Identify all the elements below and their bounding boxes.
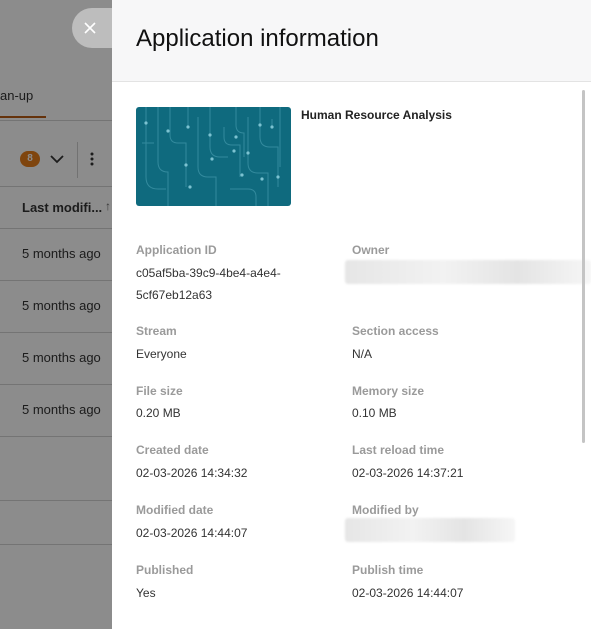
tab-active-indicator	[0, 116, 46, 118]
label-modified-by: Modified by	[352, 503, 419, 517]
table-cell-last-modified: 5 months ago	[22, 402, 101, 417]
modified-by-redacted-value	[345, 518, 515, 542]
more-options-icon[interactable]	[86, 150, 98, 168]
divider	[0, 544, 112, 545]
divider	[0, 280, 112, 281]
value-modified-date: 02-03-2026 14:44:07	[136, 526, 248, 540]
table-cell-last-modified: 5 months ago	[22, 298, 101, 313]
label-application-id: Application ID	[136, 243, 217, 257]
divider	[0, 186, 112, 187]
label-owner: Owner	[352, 243, 390, 257]
scrollbar-thumb[interactable]	[582, 90, 585, 443]
value-application-id-line2: 5cf67eb12a63	[136, 288, 213, 302]
value-application-id-line1: c05af5ba-39c9-4be4-a4e4-	[136, 266, 281, 280]
toolbar-separator	[77, 142, 78, 178]
filter-count-badge: 8	[20, 151, 40, 167]
divider	[0, 384, 112, 385]
table-cell-last-modified: 5 months ago	[22, 350, 101, 365]
value-created-date: 02-03-2026 14:34:32	[136, 466, 248, 480]
tab-cleanup[interactable]: an-up	[0, 78, 46, 118]
tab-label: an-up	[0, 88, 34, 103]
table-cell-last-modified: 5 months ago	[22, 246, 101, 261]
value-stream: Everyone	[136, 347, 187, 361]
value-publish-time: 02-03-2026 14:44:07	[352, 586, 464, 600]
label-file-size: File size	[136, 384, 183, 398]
label-published: Published	[136, 563, 194, 577]
value-section-access: N/A	[352, 347, 373, 361]
divider	[0, 436, 112, 437]
value-memory-size: 0.10 MB	[352, 406, 397, 420]
app-name: Human Resource Analysis	[301, 108, 452, 122]
sort-arrow-icon[interactable]: ↑	[105, 199, 111, 213]
divider	[0, 500, 112, 501]
label-publish-time: Publish time	[352, 563, 424, 577]
background-page: an-up 8 Last modifi... ↑ 5 months ago 5 …	[0, 0, 112, 629]
value-file-size: 0.20 MB	[136, 406, 181, 420]
value-last-reload-time: 02-03-2026 14:37:21	[352, 466, 464, 480]
divider	[0, 332, 112, 333]
close-icon	[84, 22, 96, 34]
label-modified-date: Modified date	[136, 503, 214, 517]
divider	[0, 228, 112, 229]
label-last-reload-time: Last reload time	[352, 443, 445, 457]
application-info-panel: Application information Human Resource A…	[112, 0, 591, 629]
app-thumbnail	[136, 107, 291, 206]
label-memory-size: Memory size	[352, 384, 425, 398]
label-created-date: Created date	[136, 443, 209, 457]
panel-header: Application information	[112, 0, 591, 82]
column-header-last-modified[interactable]: Last modifi...	[22, 200, 102, 215]
value-published: Yes	[136, 586, 156, 600]
owner-redacted-value	[345, 260, 591, 284]
label-section-access: Section access	[352, 324, 439, 338]
chevron-down-icon[interactable]	[48, 150, 66, 168]
divider	[0, 120, 112, 121]
toolbar: 8	[0, 140, 112, 180]
close-button[interactable]	[72, 8, 112, 48]
label-stream: Stream	[136, 324, 177, 338]
page-title: Application information	[136, 25, 379, 52]
